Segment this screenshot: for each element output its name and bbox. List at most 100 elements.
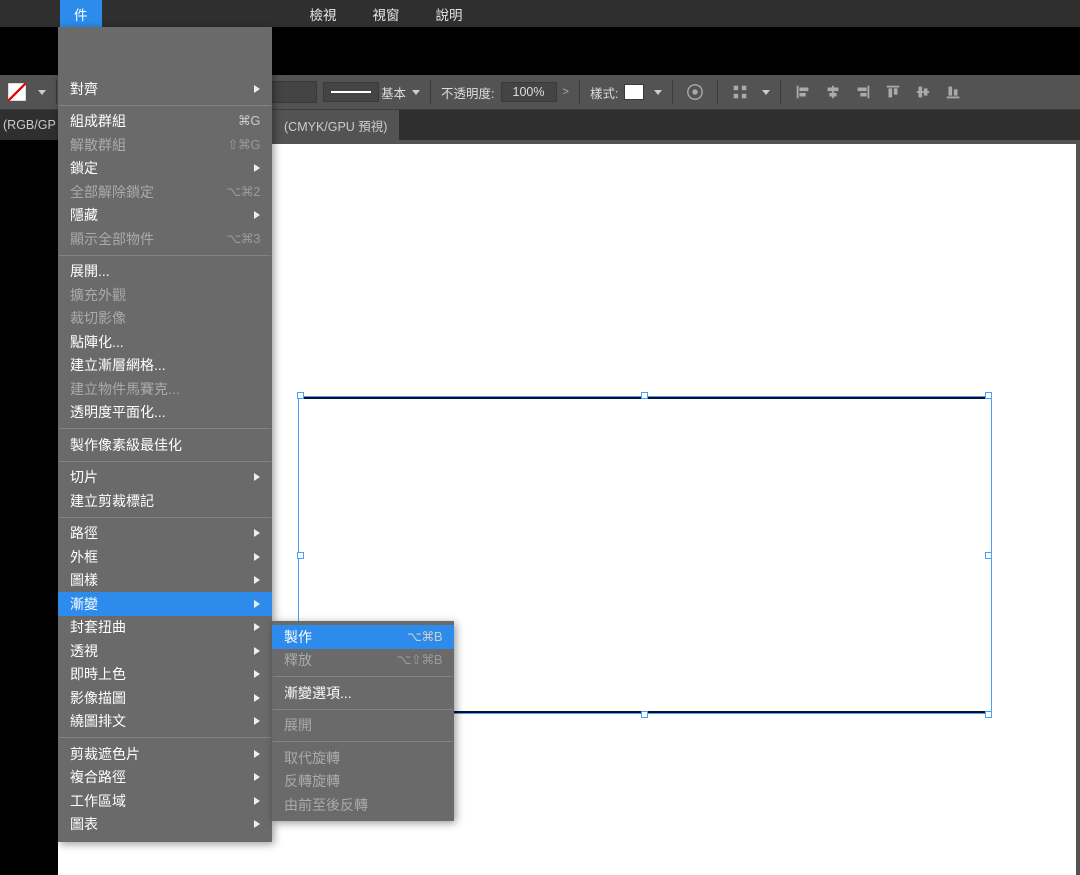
submenu-arrow-icon — [254, 750, 260, 758]
blend-submenu-item[interactable]: 製作⌥⌘B — [272, 625, 454, 649]
align-center-h-icon[interactable] — [821, 80, 845, 104]
object-menu-item[interactable]: 漸變 — [58, 592, 272, 616]
blend-submenu-item: 由前至後反轉 — [272, 793, 454, 817]
object-menu-item: 裁切影像 — [58, 307, 272, 331]
menu-item-label: 顯示全部物件 — [70, 229, 226, 249]
object-menu-item[interactable]: 隱藏 — [58, 204, 272, 228]
menubar-item-label: 件 — [74, 8, 88, 23]
menu-item-label: 漸變 — [70, 594, 248, 614]
object-menu-item[interactable]: 建立剪裁標記 — [58, 489, 272, 513]
no-selection-icon[interactable] — [6, 81, 28, 103]
menubar-item[interactable]: 視窗 — [355, 0, 418, 29]
menu-item-label: 影像描圖 — [70, 688, 248, 708]
menu-item-label: 即時上色 — [70, 664, 248, 684]
opacity-input[interactable]: 100% — [501, 82, 557, 102]
transform-icon[interactable] — [728, 80, 752, 104]
blend-submenu-item[interactable]: 漸變選項... — [272, 681, 454, 705]
menubar-item-active[interactable]: 件 — [60, 0, 102, 29]
menu-item-label: 隱藏 — [70, 205, 248, 225]
submenu-arrow-icon — [254, 211, 260, 219]
object-menu-item[interactable]: 路徑 — [58, 522, 272, 546]
object-menu-item[interactable]: 剪裁遮色片 — [58, 742, 272, 766]
object-menu-item[interactable]: 鎖定 — [58, 157, 272, 181]
object-menu-item[interactable]: 工作區域 — [58, 789, 272, 813]
align-bottom-icon[interactable] — [941, 80, 965, 104]
submenu-arrow-icon — [254, 717, 260, 725]
selection-handle-tr[interactable] — [985, 392, 992, 399]
object-menu-item[interactable]: 對齊 — [58, 77, 272, 101]
graphic-style-swatch[interactable] — [624, 84, 644, 100]
recolor-icon[interactable] — [683, 80, 707, 104]
style-label: 樣式: — [590, 83, 618, 102]
align-middle-v-icon[interactable] — [911, 80, 935, 104]
document-tab-label: (RGB/GP — [3, 118, 56, 132]
menu-separator — [273, 709, 453, 710]
selection-handle-tl[interactable] — [297, 392, 304, 399]
separator — [430, 80, 431, 104]
menu-item-label: 點陣化... — [70, 332, 260, 352]
object-menu-item[interactable]: 即時上色 — [58, 663, 272, 687]
object-menu-item[interactable]: 封套扭曲 — [58, 616, 272, 640]
object-menu-item[interactable]: 透明度平面化... — [58, 401, 272, 425]
menu-item-label: 釋放 — [284, 650, 396, 670]
chevron-down-icon[interactable] — [38, 90, 46, 95]
selection-handle-mr[interactable] — [985, 552, 992, 559]
menu-item-shortcut: ⌥⌘B — [407, 629, 442, 645]
selection-handle-tc[interactable] — [641, 392, 648, 399]
object-menu-item[interactable]: 展開... — [58, 260, 272, 284]
align-left-icon[interactable] — [791, 80, 815, 104]
submenu-arrow-icon — [254, 820, 260, 828]
submenu-arrow-icon — [254, 576, 260, 584]
separator — [780, 80, 781, 104]
chevron-down-icon[interactable] — [762, 90, 770, 95]
opacity-stepper[interactable]: > — [563, 86, 569, 98]
menu-item-label: 全部解除鎖定 — [70, 182, 226, 202]
menu-item-label: 建立剪裁標記 — [70, 491, 260, 511]
menubar-item[interactable]: 檢視 — [292, 0, 355, 29]
menu-item-shortcut: ⌥⌘2 — [226, 184, 260, 200]
selection-handle-ml[interactable] — [297, 552, 304, 559]
object-menu-item[interactable]: 組成群組⌘G — [58, 110, 272, 134]
selection-handle-bc[interactable] — [641, 711, 648, 718]
object-menu-item[interactable]: 影像描圖 — [58, 686, 272, 710]
align-top-icon[interactable] — [881, 80, 905, 104]
chevron-down-icon[interactable] — [654, 90, 662, 95]
menu-item-label: 工作區域 — [70, 791, 248, 811]
menu-separator — [273, 676, 453, 677]
submenu-arrow-icon — [254, 473, 260, 481]
document-tab-2[interactable]: (CMYK/GPU 預視) — [272, 110, 399, 140]
object-menu-item[interactable]: 製作像素級最佳化 — [58, 433, 272, 457]
opacity-value: 100% — [513, 85, 545, 99]
blend-submenu-item: 取代旋轉 — [272, 746, 454, 770]
document-tab-1[interactable]: (RGB/GP — [0, 110, 57, 140]
stroke-style-selector[interactable]: 基本 — [323, 82, 420, 102]
menu-item-label: 展開 — [284, 715, 442, 735]
menu-separator — [59, 105, 271, 106]
menu-item-label: 擴充外觀 — [70, 285, 260, 305]
object-menu-item[interactable]: 透視 — [58, 639, 272, 663]
menu-item-label: 切片 — [70, 467, 248, 487]
menu-separator — [59, 255, 271, 256]
menu-item-label: 圖表 — [70, 814, 248, 834]
menu-item-label: 漸變選項... — [284, 683, 442, 703]
submenu-arrow-icon — [254, 164, 260, 172]
stroke-style-label: 基本 — [381, 83, 406, 102]
submenu-arrow-icon — [254, 647, 260, 655]
object-menu-item[interactable]: 建立漸層網格... — [58, 354, 272, 378]
menu-item-label: 展開... — [70, 261, 260, 281]
align-right-icon[interactable] — [851, 80, 875, 104]
object-menu-item[interactable]: 繞圖排文 — [58, 710, 272, 734]
object-menu-item[interactable]: 外框 — [58, 545, 272, 569]
object-menu-item: 擴充外觀 — [58, 283, 272, 307]
submenu-arrow-icon — [254, 85, 260, 93]
object-menu-item[interactable]: 切片 — [58, 466, 272, 490]
menu-item-label: 製作像素級最佳化 — [70, 435, 260, 455]
object-menu-item[interactable]: 圖表 — [58, 813, 272, 837]
menu-item-label: 複合路徑 — [70, 767, 248, 787]
menu-item-shortcut: ⌘G — [238, 113, 260, 129]
object-menu-item[interactable]: 圖樣 — [58, 569, 272, 593]
object-menu-item[interactable]: 複合路徑 — [58, 766, 272, 790]
selection-handle-br[interactable] — [985, 711, 992, 718]
object-menu-item[interactable]: 點陣化... — [58, 330, 272, 354]
menubar-item[interactable]: 說明 — [418, 0, 481, 29]
